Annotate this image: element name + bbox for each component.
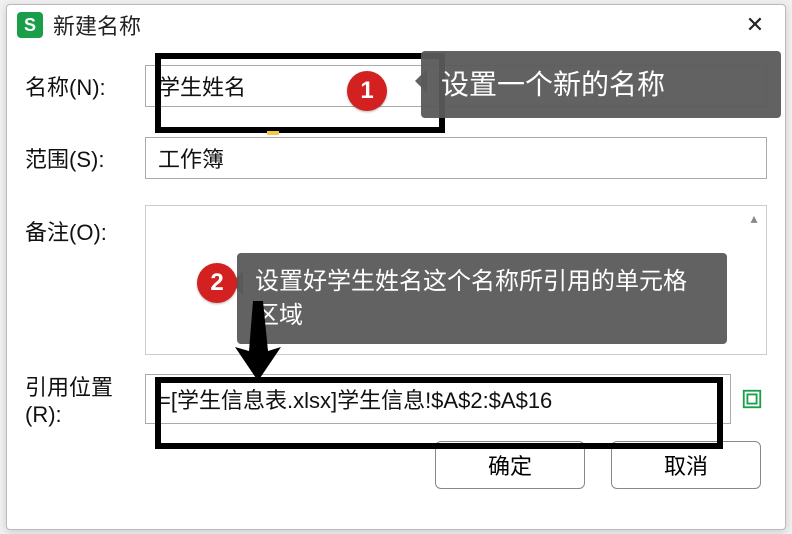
comment-label: 备注(O): [25, 215, 145, 247]
scroll-up-icon[interactable]: ▴ [744, 208, 764, 228]
annotation-badge-1: 1 [347, 71, 387, 111]
scope-label: 范围(S): [25, 142, 145, 174]
new-name-dialog: S 新建名称 ✕ 名称(N): 范围(S): 备注(O): ▴ 引用位置(R):… [6, 4, 786, 530]
annotation-badge-2: 2 [197, 263, 237, 303]
scope-select[interactable] [145, 137, 767, 179]
close-button[interactable]: ✕ [735, 5, 775, 45]
app-icon: S [17, 12, 43, 38]
annotation-callout-2: 设置好学生姓名这个名称所引用的单元格区域 [237, 253, 727, 344]
cancel-button[interactable]: 取消 [611, 441, 761, 489]
annotation-callout-1: 设置一个新的名称 [421, 51, 781, 118]
titlebar: S 新建名称 ✕ [7, 5, 785, 45]
dialog-title: 新建名称 [53, 9, 141, 41]
range-picker-icon[interactable] [737, 388, 767, 410]
name-label: 名称(N): [25, 70, 145, 102]
text-caret-icon [267, 115, 279, 135]
refers-input[interactable] [145, 374, 731, 424]
refers-label: 引用位置(R): [25, 370, 145, 428]
ok-button[interactable]: 确定 [435, 441, 585, 489]
